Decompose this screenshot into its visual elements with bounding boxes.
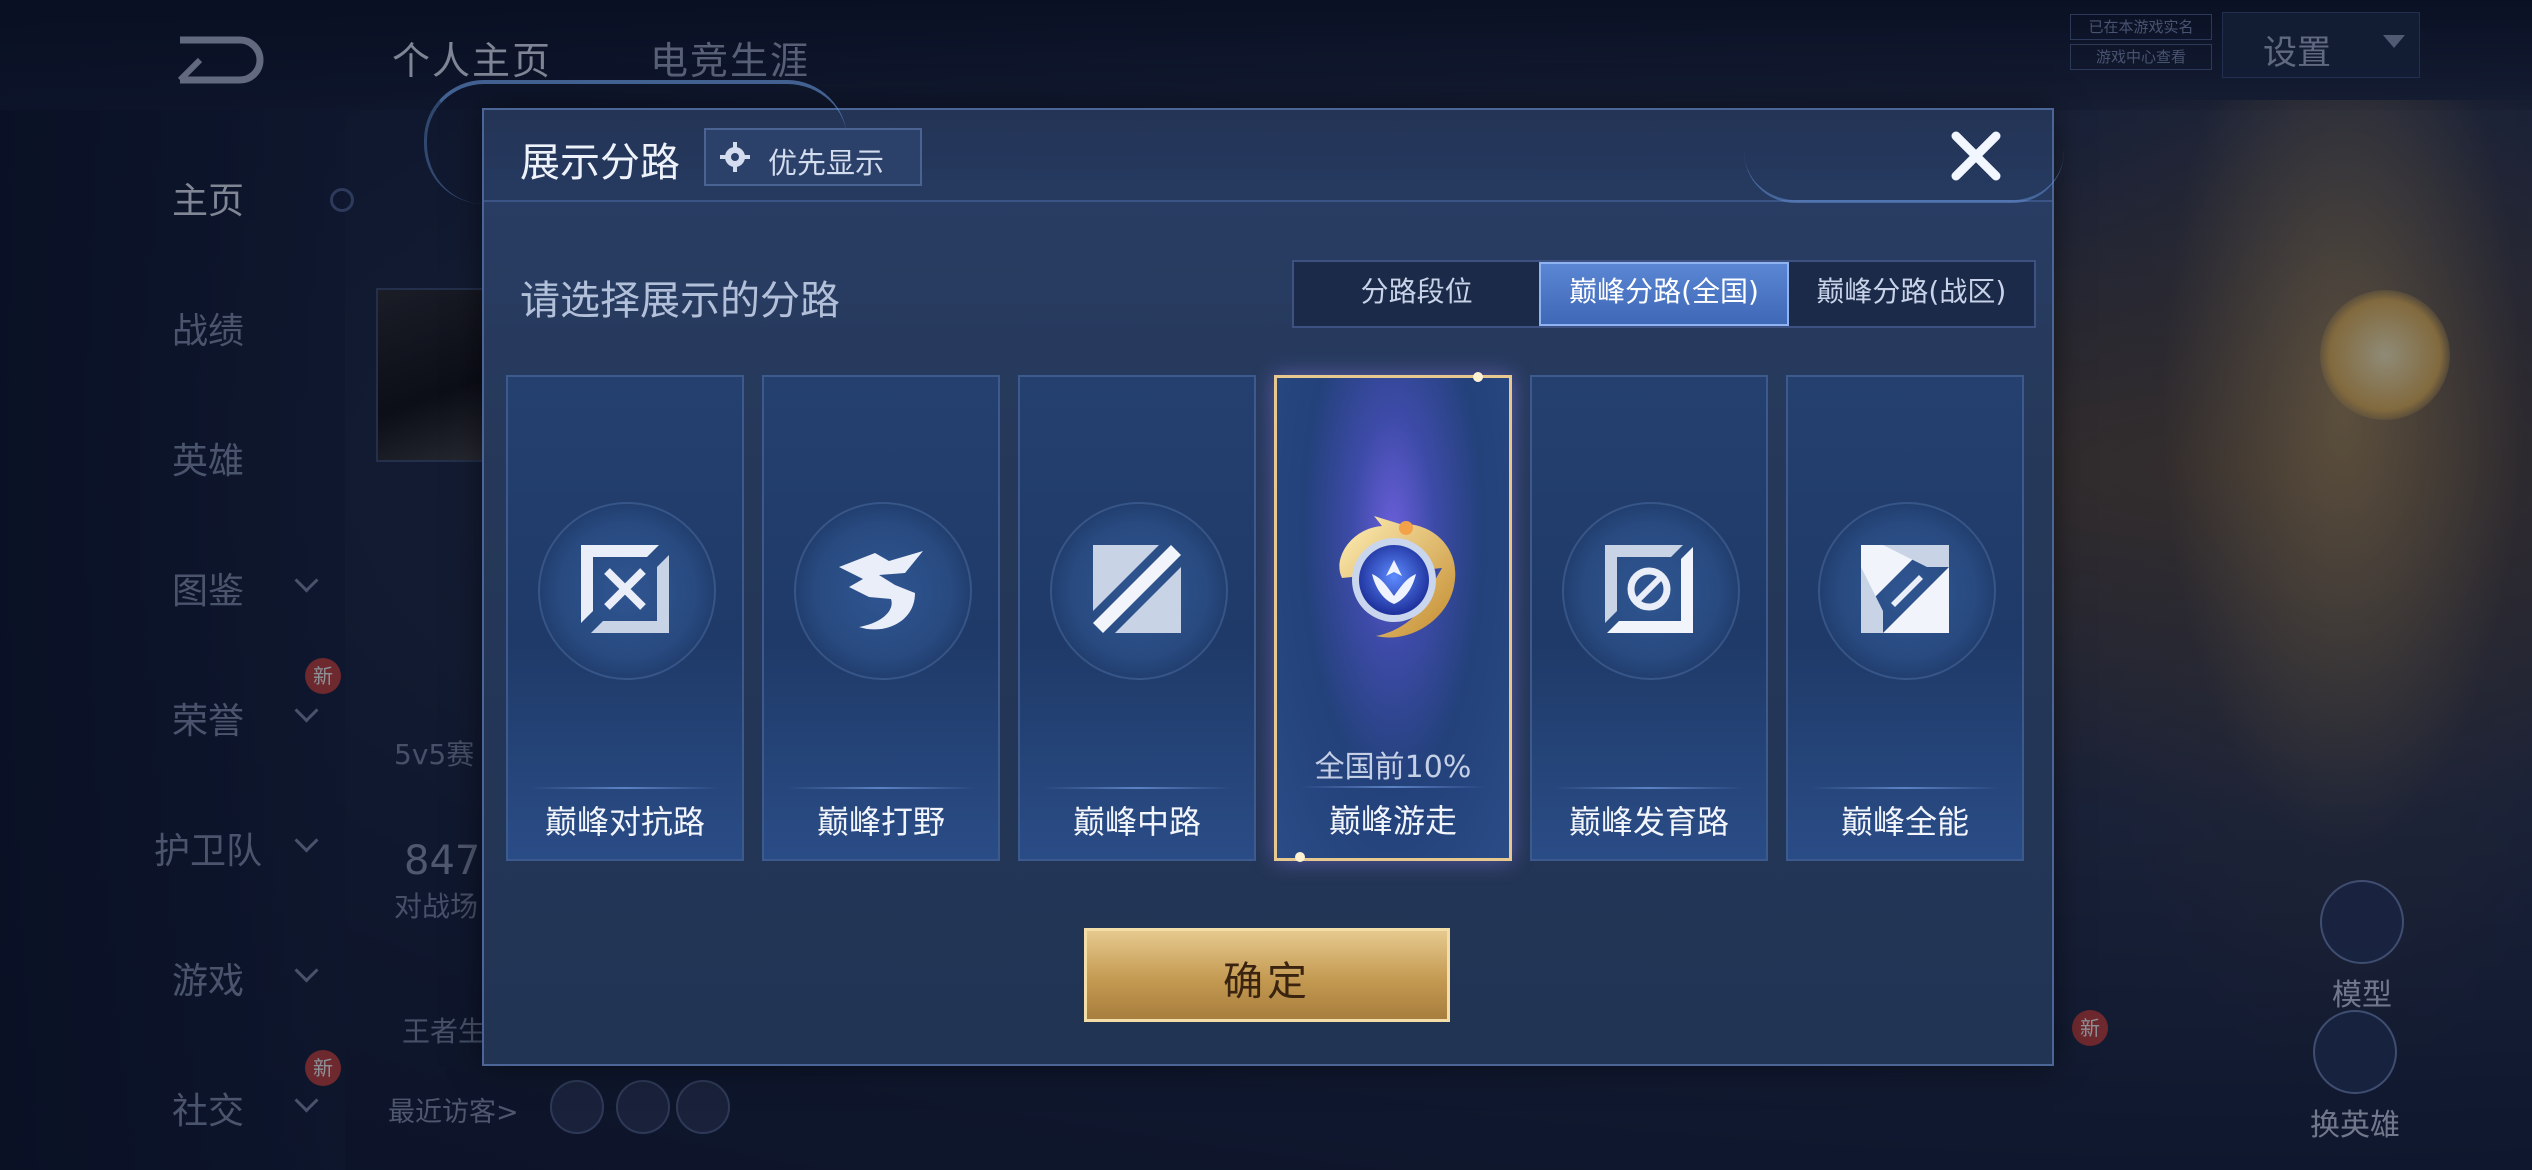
card-divider [1555, 787, 1743, 789]
gear-icon [720, 142, 750, 172]
corner-sparkle [1473, 372, 1483, 382]
card-divider [1300, 786, 1486, 788]
card-divider [1043, 787, 1231, 789]
tab-lane-rank[interactable]: 分路段位 [1294, 262, 1539, 326]
tab-peak-lane-national[interactable]: 巅峰分路(全国) [1539, 262, 1789, 326]
rank-text: 全国前10% [1314, 750, 1472, 785]
all-round-icon [1861, 545, 1949, 633]
top-lane-icon [581, 545, 669, 633]
lane-card-roam[interactable]: 全国前10% 巅峰游走 [1274, 372, 1512, 862]
card-name: 巅峰游走 [1328, 802, 1457, 840]
dialog-header: 展示分路 优先显示 [424, 80, 2064, 204]
mid-lane-icon [1093, 545, 1181, 633]
lane-type-tabs: 分路段位 巅峰分路(全国) 巅峰分路(战区) [1292, 260, 2036, 328]
card-divider [1811, 787, 1999, 789]
tab-peak-lane-region[interactable]: 巅峰分路(战区) [1789, 262, 2034, 326]
lane-card-all-round[interactable]: 巅峰全能 [1786, 375, 2024, 861]
confirm-label: 确定 [1223, 959, 1311, 1005]
roam-icon [1339, 516, 1456, 638]
lane-card-top[interactable]: 巅峰对抗路 [506, 375, 744, 861]
lane-card-list: 巅峰对抗路 巅峰打野 巅峰中路 全国前10% 巅峰游走 巅峰发育路 巅峰全能 [506, 372, 2030, 865]
card-divider [531, 787, 719, 789]
card-name: 巅峰打野 [816, 803, 945, 841]
decorative-swirl [1744, 100, 2064, 203]
lane-card-jungle[interactable]: 巅峰打野 [762, 375, 1000, 861]
lane-card-mid[interactable]: 巅峰中路 [1018, 375, 1256, 861]
card-name: 巅峰发育路 [1568, 803, 1729, 841]
close-icon[interactable] [1944, 124, 2008, 188]
priority-display-label: 优先显示 [768, 146, 885, 180]
jungle-icon [839, 551, 923, 630]
lane-card-bot[interactable]: 巅峰发育路 [1530, 375, 1768, 861]
confirm-button[interactable]: 确定 [1084, 928, 1450, 1022]
dialog-title: 展示分路 [520, 140, 680, 186]
card-divider [787, 787, 975, 789]
bot-lane-icon [1605, 545, 1693, 633]
card-name: 巅峰中路 [1072, 803, 1201, 841]
card-name: 巅峰全能 [1840, 803, 1969, 841]
priority-display-button[interactable]: 优先显示 [704, 128, 922, 186]
dialog-subtitle: 请选择展示的分路 [520, 278, 840, 324]
corner-sparkle [1295, 852, 1305, 862]
card-name: 巅峰对抗路 [544, 803, 705, 841]
lane-display-dialog: 展示分路 优先显示 请选择展示的分路 分路段位 巅峰分路(全国) 巅峰分路(战区… [424, 80, 2064, 1066]
